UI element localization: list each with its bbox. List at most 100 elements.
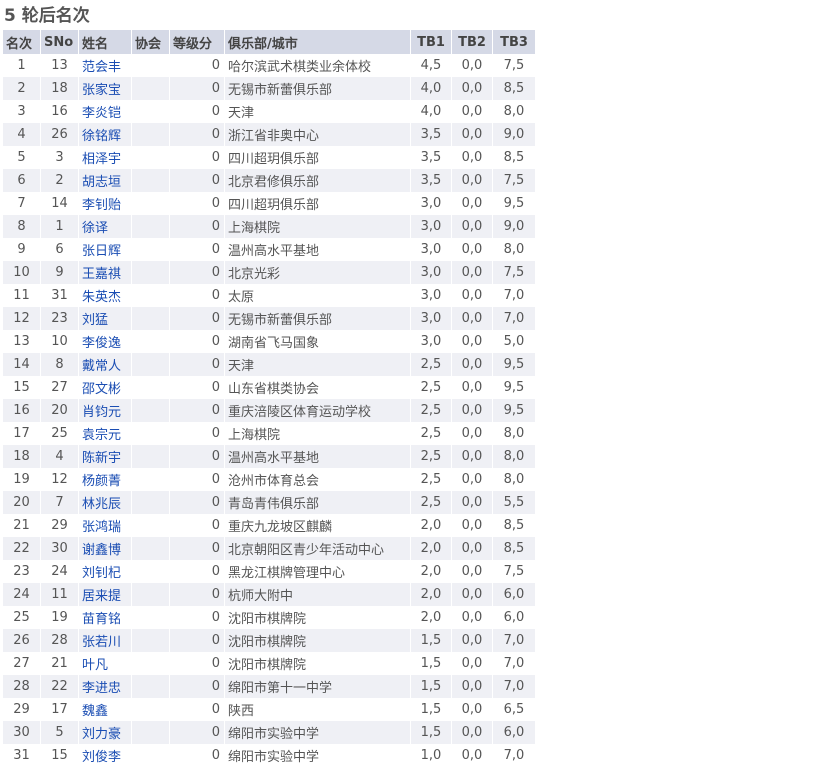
cell-federation [132,100,170,123]
table-body: 1 13 范会丰 0 哈尔滨武术棋类业余体校 4,5 0,0 7,5 2 18 张家宝 0 无锡市新蕾俱… [3,54,536,767]
cell-sno: 4 [41,445,79,468]
cell-federation [132,146,170,169]
cell-tb2: 0,0 [452,629,493,652]
cell-tb2: 0,0 [452,261,493,284]
cell-rank: 2 [3,77,41,100]
cell-tb3: 8,5 [493,537,536,560]
header-tb3[interactable]: TB3 [493,30,536,54]
cell-federation [132,77,170,100]
cell-player-name[interactable]: 刘俊李 [79,744,132,767]
cell-club: 温州高水平基地 [225,445,411,468]
cell-rank: 22 [3,537,41,560]
cell-tb1: 3,0 [411,307,452,330]
cell-player-name[interactable]: 李俊逸 [79,330,132,353]
cell-tb1: 3,0 [411,192,452,215]
table-row: 23 24 刘钊杞 0 黑龙江棋牌管理中心 2,0 0,0 7,5 [3,560,536,583]
cell-club: 沈阳市棋牌院 [225,652,411,675]
cell-tb2: 0,0 [452,284,493,307]
cell-rank: 6 [3,169,41,192]
cell-rank: 10 [3,261,41,284]
header-sno[interactable]: SNo [41,30,79,54]
cell-federation [132,698,170,721]
cell-player-name[interactable]: 居来提 [79,583,132,606]
cell-player-name[interactable]: 范会丰 [79,54,132,77]
cell-player-name[interactable]: 李进忠 [79,675,132,698]
cell-tb3: 9,0 [493,123,536,146]
cell-federation [132,169,170,192]
cell-rank: 28 [3,675,41,698]
cell-tb2: 0,0 [452,560,493,583]
cell-player-name[interactable]: 徐译 [79,215,132,238]
cell-sno: 7 [41,491,79,514]
cell-federation [132,606,170,629]
table-row: 6 2 胡志垣 0 北京君修俱乐部 3,5 0,0 7,5 [3,169,536,192]
cell-club: 绵阳市第十一中学 [225,675,411,698]
cell-federation [132,215,170,238]
cell-club: 沈阳市棋牌院 [225,606,411,629]
cell-tb2: 0,0 [452,123,493,146]
cell-rating: 0 [170,560,225,583]
table-row: 7 14 李钊贻 0 四川超玥俱乐部 3,0 0,0 9,5 [3,192,536,215]
cell-player-name[interactable]: 肖钧元 [79,399,132,422]
cell-tb3: 6,0 [493,583,536,606]
cell-tb3: 6,5 [493,698,536,721]
cell-player-name[interactable]: 张若川 [79,629,132,652]
cell-rating: 0 [170,491,225,514]
cell-player-name[interactable]: 相泽宇 [79,146,132,169]
header-rating[interactable]: 等级分 [170,30,225,54]
cell-rating: 0 [170,744,225,767]
cell-tb2: 0,0 [452,192,493,215]
cell-player-name[interactable]: 李炎铠 [79,100,132,123]
header-club[interactable]: 俱乐部/城市 [225,30,411,54]
standings-table: 名次 SNo 姓名 协会 等级分 俱乐部/城市 TB1 TB2 TB3 1 13 范… [3,30,536,767]
cell-player-name[interactable]: 杨颜菁 [79,468,132,491]
cell-player-name[interactable]: 戴常人 [79,353,132,376]
cell-federation [132,537,170,560]
cell-tb3: 5,0 [493,330,536,353]
cell-player-name[interactable]: 魏鑫 [79,698,132,721]
cell-player-name[interactable]: 刘力豪 [79,721,132,744]
table-row: 22 30 谢鑫博 0 北京朝阳区青少年活动中心 2,0 0,0 8,5 [3,537,536,560]
cell-club: 山东省棋类协会 [225,376,411,399]
cell-player-name[interactable]: 朱英杰 [79,284,132,307]
cell-player-name[interactable]: 苗育铭 [79,606,132,629]
cell-tb1: 1,0 [411,744,452,767]
cell-player-name[interactable]: 谢鑫博 [79,537,132,560]
cell-player-name[interactable]: 张日辉 [79,238,132,261]
cell-player-name[interactable]: 刘猛 [79,307,132,330]
cell-player-name[interactable]: 陈新宇 [79,445,132,468]
cell-player-name[interactable]: 刘钊杞 [79,560,132,583]
cell-player-name[interactable]: 张鸿瑞 [79,514,132,537]
header-tb1[interactable]: TB1 [411,30,452,54]
table-row: 21 29 张鸿瑞 0 重庆九龙坡区麒麟 2,0 0,0 8,5 [3,514,536,537]
cell-player-name[interactable]: 王嘉祺 [79,261,132,284]
cell-player-name[interactable]: 林兆辰 [79,491,132,514]
cell-player-name[interactable]: 李钊贻 [79,192,132,215]
cell-federation [132,123,170,146]
cell-sno: 2 [41,169,79,192]
cell-player-name[interactable]: 张家宝 [79,77,132,100]
cell-federation [132,192,170,215]
cell-federation [132,721,170,744]
cell-player-name[interactable]: 徐铭辉 [79,123,132,146]
cell-tb1: 1,5 [411,698,452,721]
cell-rating: 0 [170,606,225,629]
cell-tb2: 0,0 [452,353,493,376]
cell-player-name[interactable]: 邵文彬 [79,376,132,399]
cell-tb2: 0,0 [452,77,493,100]
cell-federation [132,353,170,376]
cell-tb2: 0,0 [452,721,493,744]
cell-player-name[interactable]: 胡志垣 [79,169,132,192]
header-name[interactable]: 姓名 [79,30,132,54]
header-federation[interactable]: 协会 [132,30,170,54]
header-rank[interactable]: 名次 [3,30,41,54]
cell-player-name[interactable]: 袁宗元 [79,422,132,445]
cell-federation [132,675,170,698]
cell-rank: 1 [3,54,41,77]
header-tb2[interactable]: TB2 [452,30,493,54]
cell-player-name[interactable]: 叶凡 [79,652,132,675]
cell-rank: 12 [3,307,41,330]
cell-sno: 6 [41,238,79,261]
cell-tb3: 8,0 [493,100,536,123]
cell-tb3: 9,5 [493,192,536,215]
